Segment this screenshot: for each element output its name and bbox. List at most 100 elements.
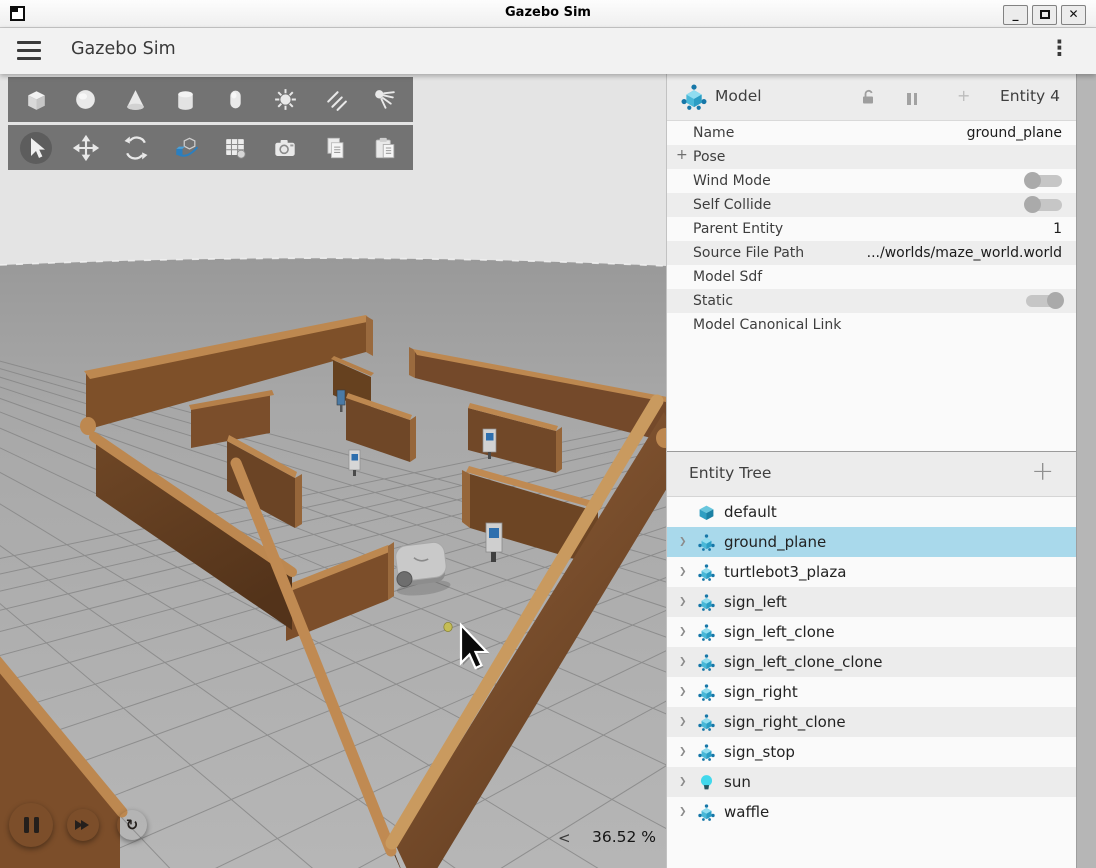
- chevron-right-icon[interactable]: ❯: [679, 537, 695, 547]
- panel-spacer: [667, 337, 1076, 451]
- model-icon: [698, 714, 715, 731]
- render-scene: [0, 74, 666, 868]
- pause-button[interactable]: [9, 803, 53, 847]
- capsule-shape-button[interactable]: [216, 81, 254, 119]
- tree-item-sign_left_clone[interactable]: ❯ sign_left_clone: [667, 617, 1076, 647]
- entity-tree-title: Entity Tree: [689, 464, 771, 482]
- prop-label: Parent Entity: [693, 221, 783, 237]
- model-panel-title: Model: [715, 87, 762, 105]
- model-icon: [698, 654, 715, 671]
- wind-mode-toggle[interactable]: [1026, 175, 1062, 187]
- box-shape-button[interactable]: [17, 81, 55, 119]
- translate-tool-button[interactable]: [67, 129, 105, 167]
- tree-item-sign_left[interactable]: ❯ sign_left: [667, 587, 1076, 617]
- static-toggle[interactable]: [1026, 295, 1062, 307]
- prop-label: Wind Mode: [693, 173, 771, 189]
- title-bar: Gazebo Sim _ ✕: [0, 0, 1096, 28]
- maximize-button[interactable]: [1032, 5, 1057, 25]
- tree-item-default[interactable]: default: [667, 497, 1076, 527]
- model-panel-header: Model + Entity 4: [667, 74, 1076, 121]
- 3d-viewport[interactable]: ↻ < 36.52 %: [0, 74, 666, 868]
- model-icon: [698, 564, 715, 581]
- add-entity-icon[interactable]: +: [1031, 456, 1054, 487]
- close-button[interactable]: ✕: [1061, 5, 1086, 25]
- copy-button[interactable]: [316, 129, 354, 167]
- rtf-percentage: 36.52 %: [592, 828, 656, 846]
- prop-label: Self Collide: [693, 197, 771, 213]
- chevron-right-icon[interactable]: ❯: [679, 597, 695, 607]
- prop-value: 1: [1053, 221, 1062, 237]
- prop-row-self-collide[interactable]: Self Collide: [667, 193, 1076, 217]
- paste-button[interactable]: [366, 129, 404, 167]
- prop-label: Static: [693, 293, 733, 309]
- pause-updates-icon[interactable]: [907, 90, 920, 109]
- chevron-right-icon[interactable]: ❯: [679, 567, 695, 577]
- kebab-menu-icon[interactable]: ⋮: [1049, 36, 1070, 60]
- expand-icon[interactable]: +: [676, 147, 688, 163]
- tree-item-sign_right_clone[interactable]: ❯ sign_right_clone: [667, 707, 1076, 737]
- select-tool-button[interactable]: [17, 129, 55, 167]
- prop-value: ground_plane: [967, 125, 1062, 141]
- self-collide-toggle[interactable]: [1026, 199, 1062, 211]
- tree-item-sign_left_clone_clone[interactable]: ❯ sign_left_clone_clone: [667, 647, 1076, 677]
- model-icon: [698, 594, 715, 611]
- tree-item-turtlebot3_plaza[interactable]: ❯ turtlebot3_plaza: [667, 557, 1076, 587]
- point-light-button[interactable]: [266, 81, 304, 119]
- rtf-expand-chevron[interactable]: <: [558, 829, 571, 847]
- prop-label: Pose: [693, 149, 725, 165]
- model-icon: [698, 744, 715, 761]
- snap-tool-button[interactable]: [167, 129, 205, 167]
- chevron-right-icon[interactable]: ❯: [679, 627, 695, 637]
- prop-row-source-file-path[interactable]: Source File Path .../worlds/maze_world.w…: [667, 241, 1076, 265]
- model-icon: [698, 624, 715, 641]
- app-bar: Gazebo Sim ⋮: [0, 28, 1096, 74]
- screenshot-button[interactable]: [266, 129, 304, 167]
- reset-button[interactable]: ↻: [117, 810, 147, 840]
- step-forward-button[interactable]: [67, 809, 99, 841]
- model-icon: [698, 684, 715, 701]
- prop-row-model-canonical-link[interactable]: Model Canonical Link: [667, 313, 1076, 337]
- gazebo-window: Gazebo Sim _ ✕ Gazebo Sim ⋮: [0, 0, 1096, 868]
- right-panel: Model + Entity 4 Name ground_plane + Pos…: [666, 74, 1076, 868]
- spot-light-button[interactable]: [366, 81, 404, 119]
- prop-row-name[interactable]: Name ground_plane: [667, 121, 1076, 145]
- reset-icon: ↻: [126, 816, 139, 834]
- chevron-right-icon[interactable]: ❯: [679, 717, 695, 727]
- hamburger-menu-icon[interactable]: [17, 41, 41, 60]
- small-object: [444, 622, 452, 631]
- add-component-icon[interactable]: +: [957, 86, 970, 105]
- model-icon: [698, 534, 715, 551]
- prop-row-pose[interactable]: + Pose: [667, 145, 1076, 169]
- model-icon: [681, 84, 707, 110]
- tree-item-waffle[interactable]: ❯ waffle: [667, 797, 1076, 827]
- entity-tree-list: default ❯ ground_plane ❯ turtlebot3_plaz…: [667, 497, 1076, 827]
- prop-row-model-sdf[interactable]: Model Sdf: [667, 265, 1076, 289]
- cylinder-shape-button[interactable]: [167, 81, 205, 119]
- tree-item-sign_right[interactable]: ❯ sign_right: [667, 677, 1076, 707]
- cone-shape-button[interactable]: [117, 81, 155, 119]
- rotate-tool-button[interactable]: [117, 129, 155, 167]
- chevron-right-icon[interactable]: ❯: [679, 657, 695, 667]
- app-title: Gazebo Sim: [71, 39, 176, 59]
- prop-row-wind-mode[interactable]: Wind Mode: [667, 169, 1076, 193]
- view-angle-button[interactable]: [216, 129, 254, 167]
- chevron-right-icon[interactable]: ❯: [679, 807, 695, 817]
- chevron-right-icon[interactable]: ❯: [679, 777, 695, 787]
- prop-label: Model Canonical Link: [693, 317, 841, 333]
- model-properties: Name ground_plane + Pose Wind Mode Self …: [667, 121, 1076, 337]
- tree-item-ground_plane[interactable]: ❯ ground_plane: [667, 527, 1076, 557]
- prop-label: Source File Path: [693, 245, 804, 261]
- directional-light-button[interactable]: [316, 81, 354, 119]
- sphere-shape-button[interactable]: [67, 81, 105, 119]
- chevron-right-icon[interactable]: ❯: [679, 747, 695, 757]
- tree-item-sign_stop[interactable]: ❯ sign_stop: [667, 737, 1076, 767]
- entity-id-label: Entity 4: [1000, 87, 1060, 105]
- panel-scrollbar[interactable]: [1076, 74, 1096, 868]
- prop-row-parent-entity[interactable]: Parent Entity 1: [667, 217, 1076, 241]
- tree-item-sun[interactable]: ❯ sun: [667, 767, 1076, 797]
- unlock-icon[interactable]: [860, 88, 878, 106]
- minimize-button[interactable]: _: [1003, 5, 1028, 25]
- chevron-right-icon[interactable]: ❯: [679, 687, 695, 697]
- turtlebot-robot[interactable]: [392, 541, 452, 598]
- prop-row-static[interactable]: Static: [667, 289, 1076, 313]
